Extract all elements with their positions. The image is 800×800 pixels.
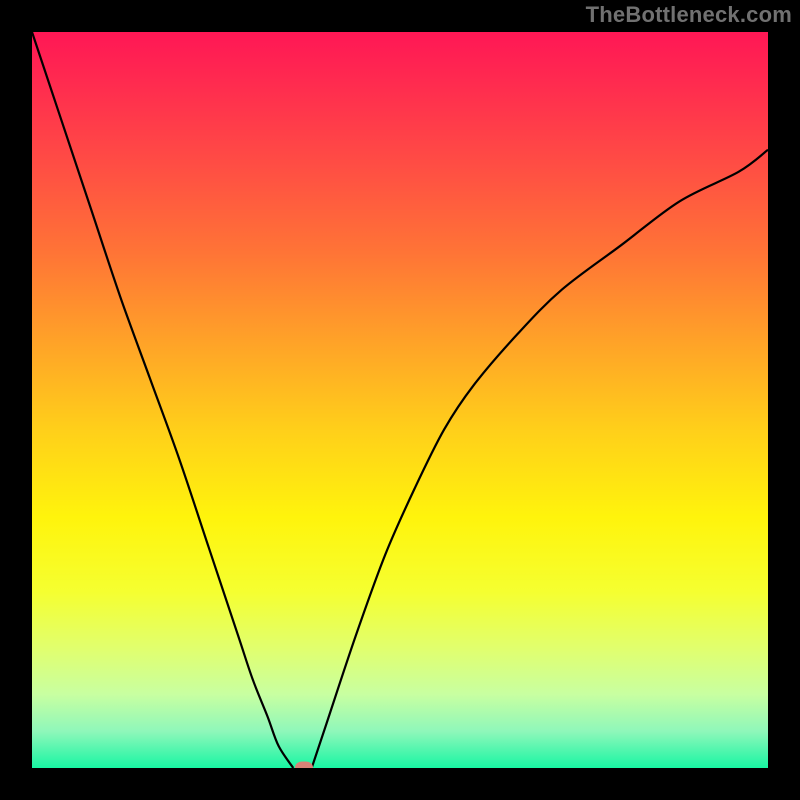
curve-right-branch [312,150,768,768]
chart-frame: TheBottleneck.com [0,0,800,800]
bottleneck-marker [295,762,313,769]
curve-svg [32,32,768,768]
curve-left-branch [32,32,293,768]
watermark-text: TheBottleneck.com [586,2,792,28]
plot-area [32,32,768,768]
